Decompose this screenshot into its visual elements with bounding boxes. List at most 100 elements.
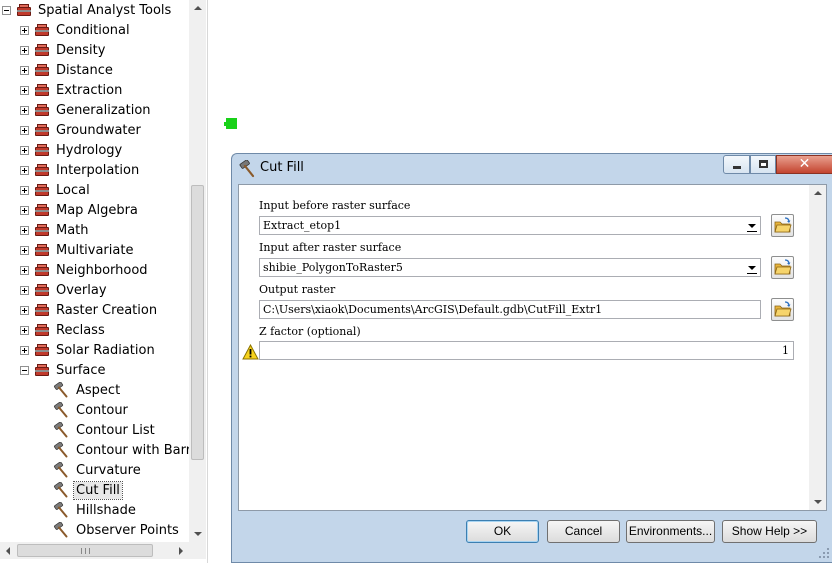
tool-label: Contour with Barrie	[76, 442, 190, 458]
toolbox-icon	[34, 103, 50, 117]
output-raster-browse-button[interactable]	[771, 298, 794, 321]
tool-label: Hillshade	[76, 502, 136, 518]
toolset-item[interactable]: Conditional	[20, 20, 132, 40]
tool-item[interactable]: Contour List	[53, 420, 157, 440]
toolset-item[interactable]: Hydrology	[20, 140, 124, 160]
catalog-tree-panel: Spatial Analyst Tools Conditional Density D…	[0, 0, 208, 563]
cancel-button[interactable]: Cancel	[547, 520, 620, 543]
tree-horizontal-scrollbar[interactable]	[0, 542, 206, 559]
toolbox-icon	[34, 143, 50, 157]
toolset-item[interactable]: Generalization	[20, 100, 153, 120]
toolset-label: Density	[56, 42, 106, 58]
toolbox-icon	[34, 163, 50, 177]
toolset-item[interactable]: Groundwater	[20, 120, 143, 140]
vertical-scroll-thumb[interactable]	[191, 185, 204, 460]
toolset-item[interactable]: Interpolation	[20, 160, 141, 180]
input-after-browse-button[interactable]	[771, 256, 794, 279]
minimize-button[interactable]	[723, 155, 750, 174]
close-button[interactable]: ✕	[776, 155, 832, 174]
form-scroll-down-button[interactable]	[809, 493, 826, 510]
maximize-icon	[759, 160, 768, 168]
hammer-icon	[54, 382, 68, 398]
expand-icon[interactable]	[20, 125, 29, 135]
dropdown-arrow-icon[interactable]	[744, 218, 759, 233]
hammer-icon	[239, 160, 255, 178]
expand-icon[interactable]	[20, 285, 29, 295]
expand-icon[interactable]	[20, 165, 29, 175]
expand-icon[interactable]	[20, 65, 29, 75]
dropdown-arrow-icon[interactable]	[744, 260, 759, 275]
toolset-label: Math	[56, 222, 89, 238]
expand-icon[interactable]	[20, 85, 29, 95]
toolset-item[interactable]: Local	[20, 180, 92, 200]
scroll-right-button[interactable]	[172, 542, 189, 559]
arrow-up-icon	[194, 6, 202, 10]
tool-label: Curvature	[76, 462, 141, 478]
toolset-item[interactable]: Extraction	[20, 80, 124, 100]
expand-icon[interactable]	[20, 185, 29, 195]
toolbox-icon	[34, 43, 50, 57]
toolset-item[interactable]: Density	[20, 40, 107, 60]
map-marker	[224, 118, 237, 129]
toolset-item-surface[interactable]: Surface	[20, 360, 108, 380]
tool-item[interactable]: Contour	[53, 400, 130, 420]
expand-icon[interactable]	[20, 25, 29, 35]
toolset-item[interactable]: Math	[20, 220, 91, 240]
toolset-item[interactable]: Multivariate	[20, 240, 135, 260]
form-scroll-up-button[interactable]	[809, 185, 826, 202]
expand-icon[interactable]	[20, 225, 29, 235]
toolset-item[interactable]: Distance	[20, 60, 115, 80]
expand-icon[interactable]	[20, 145, 29, 155]
expand-icon[interactable]	[20, 245, 29, 255]
minimize-icon	[733, 166, 741, 169]
tool-item[interactable]: Aspect	[53, 380, 122, 400]
expand-icon[interactable]	[20, 105, 29, 115]
toolset-label: Raster Creation	[56, 302, 158, 318]
tree-vertical-scrollbar[interactable]	[189, 0, 206, 542]
expand-icon[interactable]	[20, 345, 29, 355]
close-icon: ✕	[798, 156, 811, 172]
input-before-browse-button[interactable]	[771, 214, 794, 237]
dialog-titlebar[interactable]: Cut Fill ✕	[232, 154, 832, 183]
scroll-down-button[interactable]	[189, 525, 206, 542]
maximize-button[interactable]	[750, 155, 776, 174]
grip-icon	[81, 548, 90, 554]
tool-item[interactable]: Contour with Barrie	[53, 440, 190, 460]
toolbox-icon	[34, 83, 50, 97]
ok-button[interactable]: OK	[466, 520, 539, 543]
expand-icon[interactable]	[20, 265, 29, 275]
input-after-combo[interactable]: shibie_PolygonToRaster5	[259, 258, 761, 277]
input-before-value: Extract_etop1	[263, 219, 342, 232]
tree-root-spatial-analyst[interactable]: Spatial Analyst Tools	[2, 0, 173, 20]
expand-icon[interactable]	[20, 305, 29, 315]
zfactor-input[interactable]: 1	[259, 341, 794, 360]
tool-item[interactable]: Curvature	[53, 460, 143, 480]
show-help-button[interactable]: Show Help >>	[722, 520, 817, 543]
horizontal-scroll-thumb[interactable]	[17, 544, 153, 557]
toolbox-icon	[34, 123, 50, 137]
input-before-combo[interactable]: Extract_etop1	[259, 216, 761, 235]
tool-item[interactable]: Cut Fill	[53, 480, 123, 500]
collapse-icon[interactable]	[2, 5, 11, 15]
resize-grip-icon[interactable]	[818, 547, 830, 559]
expand-icon[interactable]	[20, 325, 29, 335]
hammer-icon	[54, 422, 68, 438]
toolset-item[interactable]: Solar Radiation	[20, 340, 157, 360]
hammer-icon	[54, 522, 68, 538]
output-raster-input[interactable]: C:\Users\xiaok\Documents\ArcGIS\Default.…	[259, 300, 761, 319]
tool-item[interactable]: Observer Points	[53, 520, 181, 540]
scroll-up-button[interactable]	[189, 0, 206, 17]
tool-item[interactable]: Hillshade	[53, 500, 138, 520]
toolset-item[interactable]: Reclass	[20, 320, 107, 340]
scroll-left-button[interactable]	[0, 542, 17, 559]
toolset-item[interactable]: Neighborhood	[20, 260, 150, 280]
environments-button[interactable]: Environments...	[626, 520, 715, 543]
expand-icon[interactable]	[20, 45, 29, 55]
expand-icon[interactable]	[20, 205, 29, 215]
collapse-icon[interactable]	[20, 365, 29, 375]
form-vertical-scrollbar[interactable]	[809, 185, 826, 510]
hammer-icon	[54, 442, 68, 458]
toolset-item[interactable]: Overlay	[20, 280, 109, 300]
toolset-item[interactable]: Map Algebra	[20, 200, 140, 220]
toolset-item[interactable]: Raster Creation	[20, 300, 159, 320]
